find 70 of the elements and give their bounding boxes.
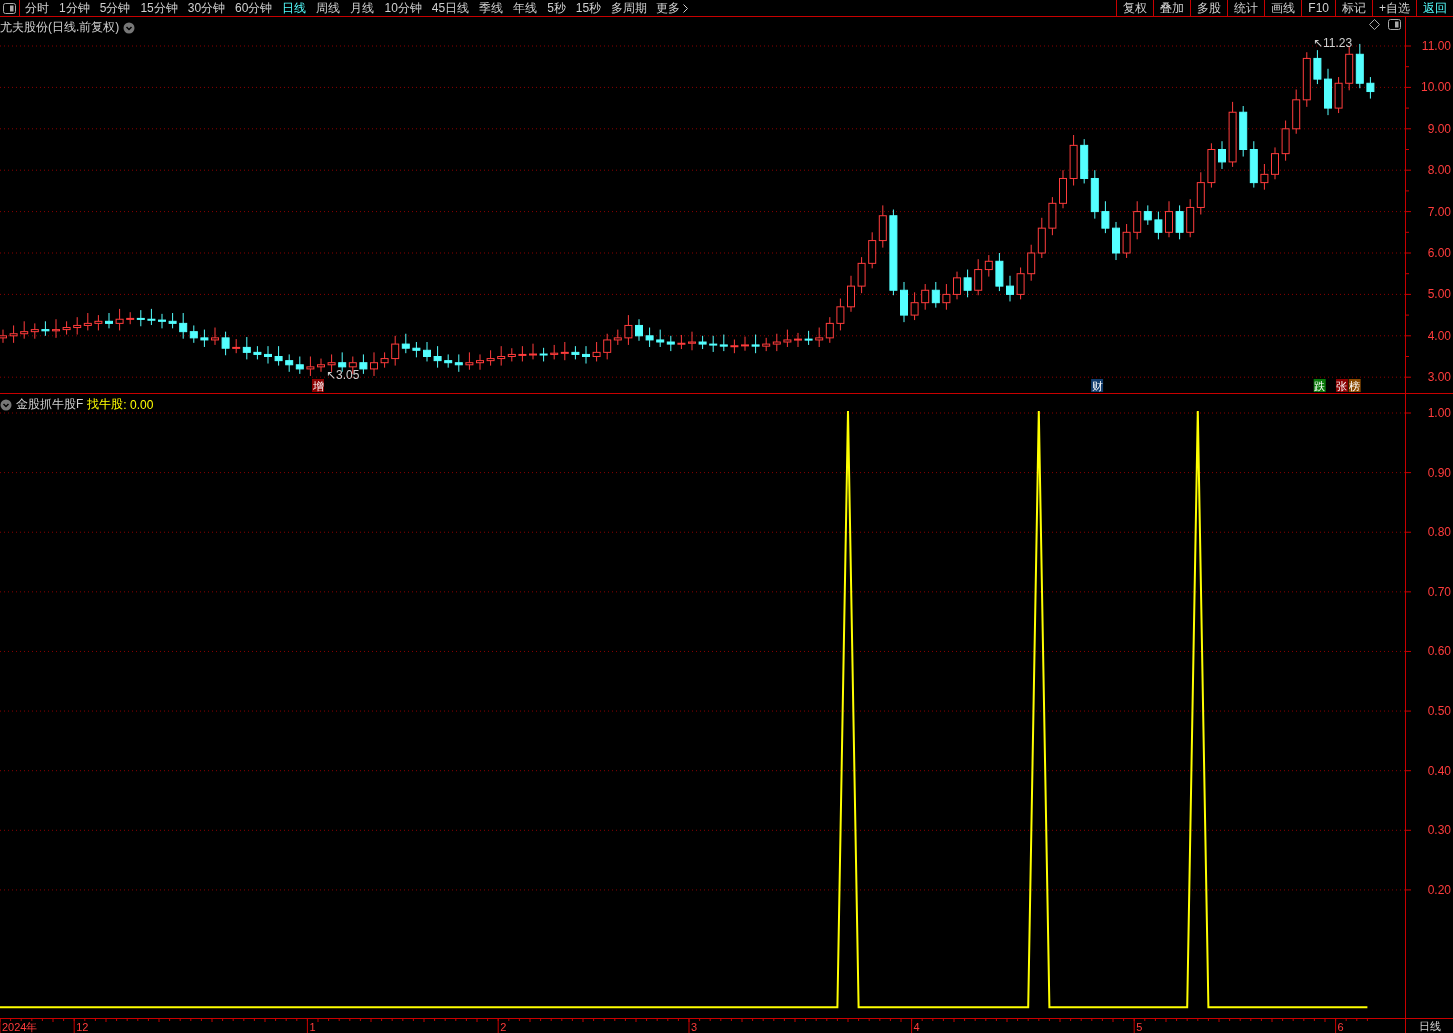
axis-label: 0.70 [1427,584,1451,599]
axis-label: 3.00 [1427,370,1451,385]
indicator-reading: : 0.00 [123,397,154,412]
axis-label: 0.20 [1427,882,1451,897]
toolbar-button[interactable]: 返回 [1416,0,1453,16]
axis-label: 7.00 [1427,204,1451,219]
axis-label: 2 [500,1021,507,1033]
toolbar-button[interactable]: 叠加 [1153,0,1191,16]
toolbar-button[interactable]: 画线 [1264,0,1302,16]
period-tab[interactable]: 5秒 [542,0,571,16]
axis-label: 4.00 [1427,328,1451,343]
event-badge[interactable]: 财 [1091,379,1104,392]
panel-toggle-button[interactable] [0,0,20,16]
axis-label: 0.80 [1427,525,1451,540]
period-tab[interactable]: 月线 [345,0,380,16]
axis-label: 2024年 [2,1021,38,1033]
period-label: 日线 [1418,1019,1441,1033]
period-tab[interactable]: 日线 [277,0,312,16]
axis-label: 12 [76,1021,89,1033]
event-badge[interactable]: 跌 [1313,379,1326,392]
axis-label: 5 [1136,1021,1143,1033]
panel-icon[interactable] [1388,19,1401,30]
event-badge[interactable]: 榜 [1348,379,1361,392]
toolbar-button[interactable]: 标记 [1335,0,1372,16]
axis-label: 6.00 [1427,246,1451,260]
chevron-down-icon[interactable] [0,398,12,411]
low-price-label: ↖3.05 [326,368,360,382]
axis-label: 6 [1337,1021,1344,1033]
axis-label: 4 [913,1021,920,1033]
period-tab[interactable]: 5分钟 [94,0,136,16]
period-tab[interactable]: 10分钟 [379,0,427,16]
axis-label: 9.00 [1427,121,1451,136]
axis-label: 0.50 [1427,704,1451,719]
toolbar-button[interactable]: 复权 [1116,0,1154,16]
axis-label: 0.60 [1427,644,1451,659]
period-tab[interactable]: 30分钟 [182,0,231,16]
axis-label: 0.90 [1427,465,1451,480]
chevron-down-icon[interactable] [123,21,136,34]
axis-label: 5.00 [1427,287,1451,302]
event-badge[interactable]: 张 [1335,379,1348,392]
period-tab[interactable]: 45日线 [426,0,475,16]
period-tab[interactable]: 1分钟 [54,0,95,16]
period-tab[interactable]: 季线 [474,0,509,16]
period-tab[interactable]: 周线 [311,0,346,16]
axis-label: 1 [309,1021,316,1033]
period-tab[interactable]: 年线 [508,0,543,16]
period-tab[interactable]: 分时 [20,0,54,16]
indicator-name: 金股抓牛股F [16,396,84,413]
axis-label: 8.00 [1427,163,1451,178]
period-tab[interactable]: 15分钟 [135,0,183,16]
period-tab[interactable]: 多周期 [606,0,653,16]
toolbar-button[interactable]: F10 [1301,0,1335,16]
period-tab[interactable]: 60分钟 [230,0,278,16]
chevron-right-icon [683,3,689,13]
high-price-label: ↖11.23 [1313,36,1353,50]
axis-label: 0.30 [1427,823,1451,838]
event-badge[interactable]: 增 [312,379,324,392]
diamond-icon[interactable] [1369,19,1380,30]
more-button[interactable]: 更多 [652,0,693,17]
toolbar-button[interactable]: +自选 [1372,0,1416,16]
axis-label: 0.40 [1427,763,1451,778]
axis-label: 3 [691,1021,698,1033]
panel-icon[interactable] [3,2,16,14]
axis-label: 10.00 [1420,80,1451,95]
period-tab[interactable]: 15秒 [570,0,607,16]
axis-label: 11.00 [1421,39,1451,53]
toolbar-button[interactable]: 多股 [1190,0,1228,16]
toolbar-button[interactable]: 统计 [1227,0,1265,16]
axis-label: 1.00 [1427,406,1451,420]
chart-title: 尤夫股份(日线.前复权) [0,19,120,36]
